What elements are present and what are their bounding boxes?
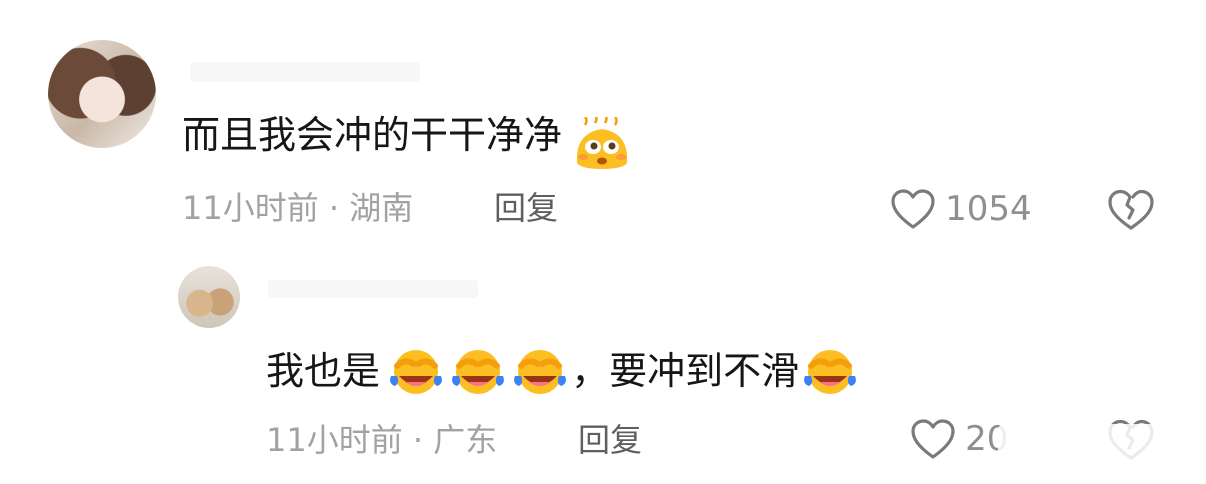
dislike-button[interactable] <box>1106 188 1156 232</box>
comment-text: 而且我会冲的干干净净 <box>182 113 563 157</box>
reply-text-part1: 我也是 <box>266 349 381 393</box>
watermark-overlay <box>998 424 1198 466</box>
comment-time-location: 11小时前 · 湖南 <box>182 189 414 227</box>
reply-time-location: 11小时前 · 广东 <box>266 421 498 459</box>
like-button[interactable]: 20 <box>910 418 1008 460</box>
reply-body: 我也是 ，要冲到不滑 <box>266 346 861 396</box>
heart-outline-icon <box>890 188 936 230</box>
laughing-crying-emoji-icon <box>799 346 861 396</box>
broken-heart-icon <box>1106 188 1156 232</box>
comment-body: 而且我会冲的干干净净 <box>182 116 633 171</box>
username-placeholder <box>190 62 420 82</box>
username-placeholder <box>268 280 478 298</box>
avatar[interactable] <box>178 266 240 328</box>
avatar[interactable] <box>48 40 156 148</box>
like-count: 1054 <box>945 189 1032 229</box>
reply-text-part2: ，要冲到不滑 <box>571 349 800 393</box>
like-button[interactable]: 1054 <box>890 188 1032 230</box>
reply-button[interactable]: 回复 <box>578 424 642 456</box>
reply-button[interactable]: 回复 <box>494 192 558 224</box>
laughing-crying-emoji-icon <box>385 346 447 396</box>
heart-outline-icon <box>910 418 956 460</box>
laughing-crying-emoji-icon <box>447 346 509 396</box>
sweating-hot-face-emoji-icon <box>571 116 633 171</box>
laughing-crying-emoji-icon <box>509 346 571 396</box>
